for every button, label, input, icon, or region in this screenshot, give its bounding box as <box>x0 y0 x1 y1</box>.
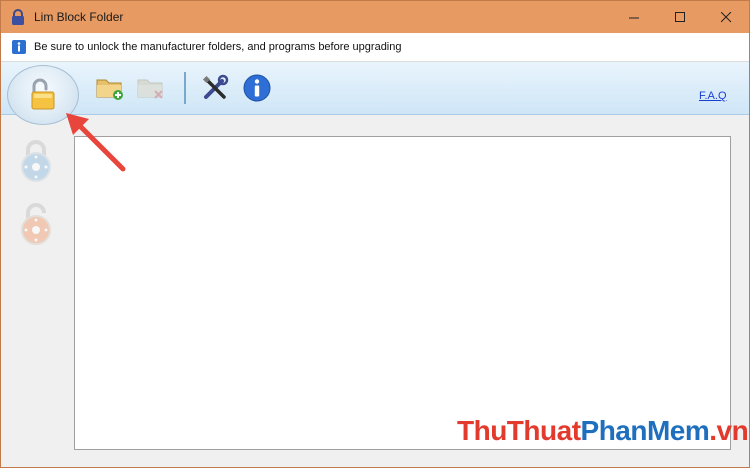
padlock-app-icon <box>10 8 26 26</box>
settings-button[interactable] <box>199 72 231 104</box>
lock-button[interactable] <box>19 138 53 184</box>
add-folder-button[interactable] <box>94 72 126 104</box>
title-bar[interactable]: Lim Block Folder <box>1 1 749 33</box>
folder-remove-icon <box>137 79 163 99</box>
minimize-button[interactable] <box>611 1 657 33</box>
unlock-button[interactable] <box>19 201 53 247</box>
toolbar: F.A.Q <box>1 62 749 125</box>
maximize-icon <box>674 11 685 22</box>
about-button[interactable] <box>241 72 273 104</box>
remove-folder-button[interactable] <box>135 72 167 104</box>
faq-link[interactable]: F.A.Q <box>699 90 727 102</box>
close-icon <box>720 11 731 22</box>
info-icon <box>243 74 271 102</box>
info-icon <box>12 40 26 54</box>
blue-lock-icon <box>21 140 51 182</box>
watermark-part3: .vn <box>709 415 749 446</box>
watermark-part1: ThuThuat <box>457 415 581 446</box>
window-controls <box>611 1 749 33</box>
open-padlock-icon <box>31 78 55 110</box>
maximize-button[interactable] <box>657 1 703 33</box>
minimize-icon <box>628 17 639 18</box>
window-title: Lim Block Folder <box>34 10 124 24</box>
red-arrow-annotation <box>66 113 126 172</box>
tools-icon <box>202 74 229 99</box>
watermark: ThuThuatPhanMem.vn <box>457 415 749 447</box>
folder-add-icon <box>96 79 123 100</box>
toolbar-separator <box>184 72 186 104</box>
app-window: Lim Block Folder Be sure to unlock the m… <box>0 0 750 468</box>
watermark-part2: PhanMem <box>580 415 710 446</box>
info-message: Be sure to unlock the manufacturer folde… <box>34 41 402 53</box>
orange-lock-icon <box>21 203 51 245</box>
folder-list[interactable] <box>74 136 731 450</box>
info-bar: Be sure to unlock the manufacturer folde… <box>1 33 749 62</box>
close-button[interactable] <box>703 1 749 33</box>
